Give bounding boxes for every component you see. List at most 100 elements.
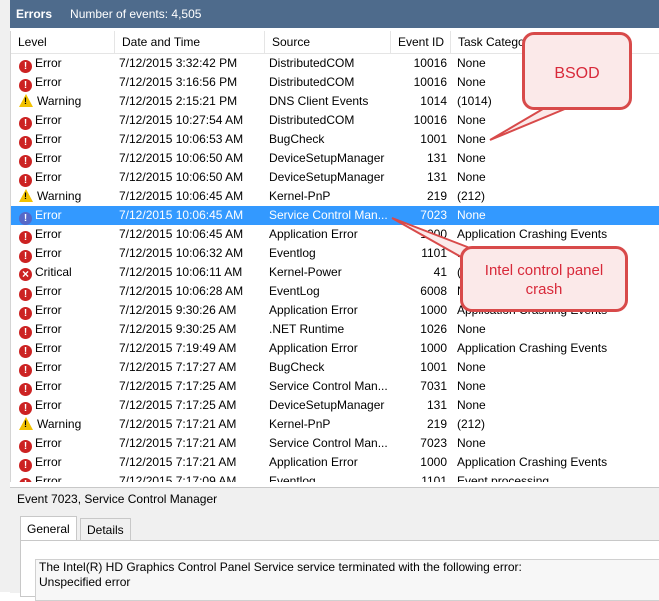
level-cell: Error xyxy=(19,377,117,396)
event-count: Number of events: 4,505 xyxy=(70,7,202,21)
date-cell: 7/12/2015 7:17:21 AM xyxy=(119,417,237,431)
date-cell: 7/12/2015 7:19:49 AM xyxy=(119,341,237,355)
date-cell: 7/12/2015 10:06:45 AM xyxy=(119,189,244,203)
level-text: Warning xyxy=(37,189,82,203)
tab-general[interactable]: General xyxy=(20,516,77,541)
date-cell: 7/12/2015 10:27:54 AM xyxy=(119,113,244,127)
event-id-cell: 10016 xyxy=(413,113,447,127)
date-cell: 7/12/2015 3:32:42 PM xyxy=(119,56,238,70)
task-category-cell: None xyxy=(457,170,486,184)
level-cell: Error xyxy=(19,149,117,168)
error-icon xyxy=(19,174,32,187)
level-text: Error xyxy=(35,151,62,165)
event-id-cell: 10016 xyxy=(413,56,447,70)
date-cell: 7/12/2015 7:17:21 AM xyxy=(119,436,237,450)
date-cell: 7/12/2015 7:17:21 AM xyxy=(119,455,237,469)
table-row[interactable]: Warning 7/12/2015 10:06:45 AM Kernel-PnP 21… xyxy=(11,187,659,206)
event-id-cell: 219 xyxy=(426,189,447,203)
source-cell: DistributedCOM xyxy=(269,75,355,89)
level-text: Error xyxy=(35,455,62,469)
level-text: Error xyxy=(35,398,62,412)
level-cell: Error xyxy=(19,130,117,149)
date-cell: 7/12/2015 7:17:25 AM xyxy=(119,379,237,393)
event-id-cell: 7023 xyxy=(420,436,447,450)
error-icon xyxy=(19,345,32,358)
error-icon xyxy=(19,402,32,415)
task-category-cell: None xyxy=(457,436,486,450)
table-row[interactable]: Error 7/12/2015 10:06:50 AM DeviceSetupMan… xyxy=(11,168,659,187)
general-tab-panel: The Intel(R) HD Graphics Control Panel S… xyxy=(20,540,659,601)
level-cell: Error xyxy=(19,320,117,339)
table-row[interactable]: Error 7/12/2015 10:06:45 AM Application Er… xyxy=(11,225,659,244)
level-cell: Error xyxy=(19,434,117,453)
task-category-cell: Event processing xyxy=(457,474,550,482)
table-row[interactable]: Error 7/12/2015 7:19:49 AM Application Err… xyxy=(11,339,659,358)
warning-icon xyxy=(19,189,34,202)
level-text: Error xyxy=(35,474,62,482)
table-row[interactable]: Warning 7/12/2015 7:17:21 AM Kernel-PnP 219… xyxy=(11,415,659,434)
table-row[interactable]: Error 7/12/2015 7:17:25 AM DeviceSetupMana… xyxy=(11,396,659,415)
level-text: Error xyxy=(35,341,62,355)
table-row[interactable]: Error 7/12/2015 10:27:54 AM DistributedCOM… xyxy=(11,111,659,130)
error-icon xyxy=(19,136,32,149)
date-cell: 7/12/2015 3:16:56 PM xyxy=(119,75,238,89)
error-icon xyxy=(19,478,32,482)
level-cell: Error xyxy=(19,206,117,225)
source-cell: Eventlog xyxy=(269,246,316,260)
source-cell: DNS Client Events xyxy=(269,94,369,108)
table-row[interactable]: Error 7/12/2015 10:06:50 AM DeviceSetupMan… xyxy=(11,149,659,168)
source-cell: Service Control Man... xyxy=(269,208,388,222)
task-category-cell: None xyxy=(457,208,486,222)
error-icon xyxy=(19,250,32,263)
task-category-cell: None xyxy=(457,379,486,393)
date-cell: 7/12/2015 9:30:25 AM xyxy=(119,322,237,336)
event-id-cell: 6008 xyxy=(420,284,447,298)
table-row[interactable]: Error 7/12/2015 7:17:21 AM Service Control… xyxy=(11,434,659,453)
error-icon xyxy=(19,364,32,377)
level-cell: Error xyxy=(19,358,117,377)
level-cell: Error xyxy=(19,282,117,301)
level-text: Error xyxy=(35,75,62,89)
level-text: Error xyxy=(35,360,62,374)
event-detail-title: Event 7023, Service Control Manager xyxy=(17,492,218,506)
source-cell: Application Error xyxy=(269,341,358,355)
column-header-level[interactable]: Level xyxy=(11,31,115,53)
left-pane-edge xyxy=(0,0,10,592)
level-cell: Error xyxy=(19,111,117,130)
error-icon xyxy=(19,440,32,453)
table-row[interactable]: Error 7/12/2015 7:17:25 AM Service Control… xyxy=(11,377,659,396)
table-row[interactable]: Error 7/12/2015 7:17:21 AM Application Err… xyxy=(11,453,659,472)
date-cell: 7/12/2015 10:06:53 AM xyxy=(119,132,244,146)
level-text: Error xyxy=(35,322,62,336)
source-cell: DistributedCOM xyxy=(269,113,355,127)
intel-crash-callout: Intel control panel crash xyxy=(460,246,628,312)
table-row[interactable]: Error 7/12/2015 7:17:09 AM Eventlog 1101 Eve… xyxy=(11,472,659,482)
table-row[interactable]: Error 7/12/2015 9:30:25 AM .NET Runtime 102… xyxy=(11,320,659,339)
table-row[interactable]: Error 7/12/2015 10:06:45 AM Service Contro… xyxy=(11,206,659,225)
error-icon xyxy=(19,383,32,396)
event-id-cell: 1026 xyxy=(420,322,447,336)
level-cell: Error xyxy=(19,301,117,320)
table-row[interactable]: Error 7/12/2015 10:06:53 AM BugCheck 1001 No… xyxy=(11,130,659,149)
column-header-date[interactable]: Date and Time xyxy=(115,31,265,53)
level-cell: Error xyxy=(19,339,117,358)
level-cell: Error xyxy=(19,168,117,187)
source-cell: Application Error xyxy=(269,227,358,241)
column-header-event-id[interactable]: Event ID xyxy=(391,31,451,53)
level-cell: Error xyxy=(19,244,117,263)
column-header-source[interactable]: Source xyxy=(265,31,391,53)
task-category-cell: None xyxy=(457,398,486,412)
task-category-cell: None xyxy=(457,322,486,336)
event-id-cell: 7031 xyxy=(420,379,447,393)
task-category-cell: None xyxy=(457,151,486,165)
bsod-callout-text: BSOD xyxy=(554,65,600,82)
event-id-cell: 1001 xyxy=(420,132,447,146)
level-cell: Error xyxy=(19,453,117,472)
table-row[interactable]: Error 7/12/2015 7:17:27 AM BugCheck 1001 Non… xyxy=(11,358,659,377)
level-cell: Warning xyxy=(19,187,117,206)
date-cell: 7/12/2015 10:06:45 AM xyxy=(119,208,244,222)
tab-details[interactable]: Details xyxy=(80,518,131,540)
date-cell: 7/12/2015 10:06:45 AM xyxy=(119,227,244,241)
date-cell: 7/12/2015 10:06:11 AM xyxy=(119,265,243,279)
event-message[interactable]: The Intel(R) HD Graphics Control Panel S… xyxy=(35,559,659,601)
